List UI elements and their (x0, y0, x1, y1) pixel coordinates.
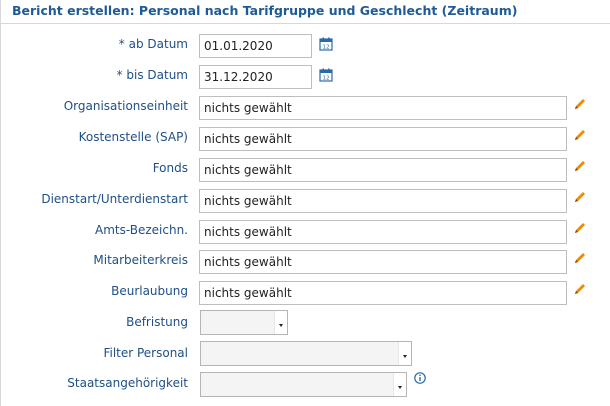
amts-bezeichn-label: Amts-Bezeichn. (94, 223, 188, 237)
calendar-icon[interactable]: 12 (319, 68, 333, 82)
pencil-icon[interactable] (573, 190, 587, 204)
pencil-icon[interactable] (573, 159, 587, 173)
fonds-field[interactable]: nichts gewählt (199, 158, 567, 182)
page-title: Bericht erstellen: Personal nach Tarifgr… (12, 3, 518, 18)
left-border (0, 0, 1, 406)
pencil-icon[interactable] (573, 282, 587, 296)
chevron-down-icon[interactable] (274, 311, 287, 334)
organisationseinheit-label: Organisationseinheit (63, 99, 188, 113)
mitarbeiterkreis-field[interactable]: nichts gewählt (199, 250, 567, 274)
befristung-label: Befristung (126, 315, 188, 329)
kostenstelle-label: Kostenstelle (SAP) (78, 130, 188, 144)
svg-text:12: 12 (323, 76, 330, 82)
bis-datum-input[interactable]: 31.12.2020 (199, 65, 312, 89)
pencil-icon[interactable] (573, 221, 587, 235)
calendar-icon[interactable]: 12 (319, 37, 333, 51)
organisationseinheit-field[interactable]: nichts gewählt (199, 96, 567, 120)
staatsangehoerigkeit-label: Staatsangehörigkeit (67, 376, 188, 390)
dienstart-field[interactable]: nichts gewählt (199, 189, 567, 213)
beurlaubung-label: Beurlaubung (111, 284, 188, 298)
befristung-select[interactable] (200, 310, 288, 335)
dienstart-label: Dienstart/Unterdienstart (41, 192, 188, 206)
mitarbeiterkreis-label: Mitarbeiterkreis (93, 253, 188, 267)
ab-datum-label: * ab Datum (118, 37, 188, 51)
pencil-icon[interactable] (573, 97, 587, 111)
staatsangehoerigkeit-select[interactable] (200, 372, 407, 397)
filter-personal-label: Filter Personal (103, 346, 188, 360)
chevron-down-icon[interactable] (398, 342, 411, 365)
fonds-label: Fonds (152, 161, 188, 175)
amts-bezeichn-field[interactable]: nichts gewählt (199, 220, 567, 244)
pencil-icon[interactable] (573, 251, 587, 265)
ab-datum-input[interactable]: 01.01.2020 (199, 34, 312, 58)
kostenstelle-field[interactable]: nichts gewählt (199, 127, 567, 151)
title-divider (0, 23, 610, 24)
pencil-icon[interactable] (573, 128, 587, 142)
filter-personal-select[interactable] (200, 341, 412, 366)
svg-text:12: 12 (323, 45, 330, 51)
info-icon[interactable] (414, 372, 426, 384)
chevron-down-icon[interactable] (393, 373, 406, 396)
beurlaubung-field[interactable]: nichts gewählt (199, 281, 567, 305)
bis-datum-label: * bis Datum (116, 68, 188, 82)
